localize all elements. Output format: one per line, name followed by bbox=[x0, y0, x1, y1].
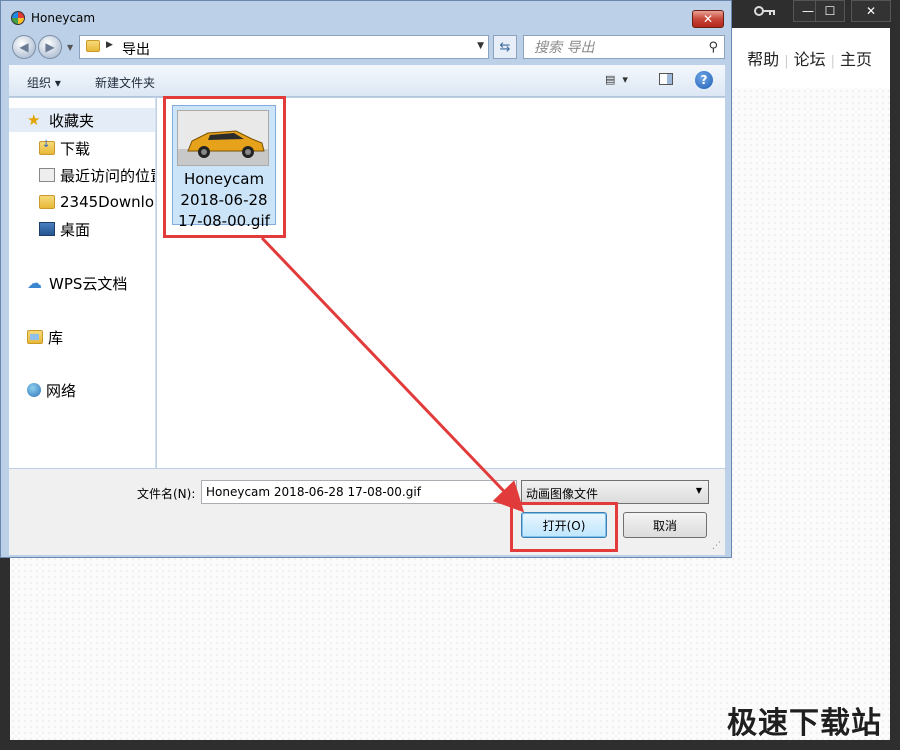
chevron-down-icon: ▼ bbox=[695, 486, 702, 495]
search-icon[interactable]: ⚲ bbox=[708, 40, 718, 55]
back-button[interactable]: ◀ bbox=[12, 35, 36, 59]
nav-item-label: 库 bbox=[48, 328, 64, 347]
breadcrumb-arrow-icon[interactable]: ▶ bbox=[106, 40, 113, 50]
star-icon: ★ bbox=[27, 111, 41, 129]
nav-item-label: 网络 bbox=[46, 381, 77, 400]
dialog-titlebar[interactable]: Honeycam ✕ bbox=[1, 1, 731, 35]
nav-item-label: 收藏夹 bbox=[49, 111, 95, 130]
view-options-button[interactable]: ▤ ▾ bbox=[605, 73, 635, 89]
folder-icon bbox=[86, 40, 100, 52]
forum-link[interactable]: 论坛 bbox=[794, 50, 826, 69]
link-separator: | bbox=[784, 54, 789, 69]
filename-input[interactable] bbox=[201, 480, 517, 504]
filename-label: 文件名(N): bbox=[137, 487, 196, 501]
desktop-icon bbox=[39, 222, 55, 236]
nav-item-network[interactable]: 网络 bbox=[9, 378, 155, 402]
help-link[interactable]: 帮助 bbox=[747, 50, 779, 69]
new-folder-button[interactable]: 新建文件夹 bbox=[95, 74, 155, 91]
nav-item-label: 最近访问的位置 bbox=[60, 166, 156, 185]
address-dropdown-icon[interactable]: ▼ bbox=[477, 41, 484, 51]
library-icon bbox=[27, 330, 43, 344]
address-path[interactable]: 导出 bbox=[122, 39, 150, 59]
honeycam-app-icon bbox=[11, 11, 25, 25]
preview-pane-icon[interactable] bbox=[659, 73, 673, 85]
organize-button[interactable]: 组织 ▾ bbox=[27, 74, 61, 91]
nav-item-label: 下载 bbox=[60, 139, 91, 158]
nav-item-favorites[interactable]: ★ 收藏夹 bbox=[9, 108, 155, 132]
link-separator: | bbox=[830, 54, 835, 69]
command-toolbar: 组织 ▾ 新建文件夹 ▤ ▾ ? bbox=[9, 65, 725, 97]
resize-grip-icon[interactable]: ⋰ bbox=[712, 541, 721, 551]
search-box[interactable]: ⚲ bbox=[523, 35, 725, 59]
app-close-button[interactable]: ✕ bbox=[851, 0, 891, 22]
open-button-highlight-box bbox=[510, 502, 618, 552]
address-bar[interactable]: ▶ 导出 ▼ bbox=[79, 35, 489, 59]
nav-item-label: 2345Downloads bbox=[60, 193, 155, 211]
dialog-close-button[interactable]: ✕ bbox=[692, 10, 724, 28]
search-input[interactable] bbox=[532, 38, 706, 58]
filetype-select[interactable]: 动画图像文件 ▼ bbox=[521, 480, 709, 504]
history-dropdown-icon[interactable]: ▼ bbox=[67, 43, 73, 52]
key-icon[interactable] bbox=[754, 4, 776, 18]
nav-item-label: 桌面 bbox=[60, 220, 91, 239]
navigation-pane: ★ 收藏夹 下载 最近访问的位置 2345Downloads 桌面 ☁ WPS云文档… bbox=[9, 98, 156, 468]
nav-item-desktop[interactable]: 桌面 bbox=[9, 217, 155, 241]
cancel-button[interactable]: 取消 bbox=[623, 512, 707, 538]
forward-button[interactable]: ▶ bbox=[38, 35, 62, 59]
watermark: 极速下载站 bbox=[727, 706, 882, 741]
home-link[interactable]: 主页 bbox=[840, 50, 872, 69]
downloads-folder-icon bbox=[39, 139, 55, 155]
open-file-dialog: Honeycam ✕ ◀ ▶ ▼ ▶ 导出 ▼ ⇆ ⚲ 组织 ▾ 新建文件夹 ▤… bbox=[0, 0, 732, 558]
recent-places-icon bbox=[39, 168, 55, 182]
nav-item-recent-places[interactable]: 最近访问的位置 bbox=[9, 163, 156, 187]
maximize-button[interactable]: ☐ bbox=[815, 0, 845, 22]
help-icon[interactable]: ? bbox=[695, 71, 713, 89]
nav-item-2345downloads[interactable]: 2345Downloads bbox=[9, 190, 155, 214]
refresh-button[interactable]: ⇆ bbox=[493, 35, 517, 59]
folder-icon bbox=[39, 195, 55, 209]
network-icon bbox=[27, 383, 41, 397]
nav-item-libraries[interactable]: 库 bbox=[9, 325, 155, 349]
app-links: 帮助 | 论坛 | 主页 bbox=[747, 46, 872, 70]
dialog-title: Honeycam bbox=[31, 11, 96, 25]
filetype-value: 动画图像文件 bbox=[526, 487, 599, 501]
file-highlight-box bbox=[163, 96, 286, 238]
nav-item-downloads[interactable]: 下载 bbox=[9, 136, 155, 160]
cloud-icon: ☁ bbox=[27, 274, 42, 292]
nav-item-wps-cloud[interactable]: ☁ WPS云文档 bbox=[9, 271, 155, 295]
nav-item-label: WPS云文档 bbox=[49, 274, 128, 293]
